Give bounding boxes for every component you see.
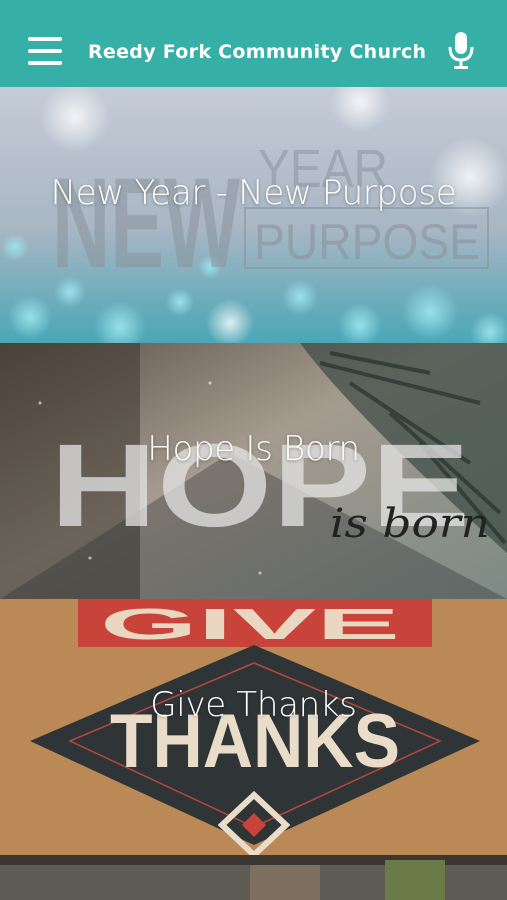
app-title: Reedy Fork Community Church: [88, 41, 427, 63]
series-card-new-year[interactable]: NEW YEAR PURPOSE New Year - New Purpose: [0, 87, 507, 343]
microphone-icon: [448, 32, 474, 69]
art-text-purpose: PURPOSE: [254, 214, 480, 270]
voice-search-button[interactable]: [447, 30, 475, 70]
series-artwork-partial: [0, 855, 507, 900]
art-text-give: GIVE: [100, 600, 400, 649]
hamburger-menu-icon: [28, 37, 62, 41]
series-list: NEW YEAR PURPOSE New Year - New Purpose …: [0, 87, 507, 900]
hamburger-menu-line: [28, 49, 62, 53]
series-title: Give Thanks: [150, 685, 357, 725]
app-header: Reedy Fork Community Church: [0, 0, 507, 87]
series-card-hope-is-born[interactable]: HOPE is born Hope Is Born: [0, 343, 507, 599]
series-artwork-give-thanks: GIVE THANKS: [0, 599, 507, 855]
series-artwork-new-year: NEW YEAR PURPOSE: [0, 87, 507, 343]
series-card-give-thanks[interactable]: GIVE THANKS Give Thanks: [0, 599, 507, 855]
hamburger-menu-line: [28, 61, 62, 65]
series-card-partial[interactable]: [0, 855, 507, 900]
series-title: New Year - New Purpose: [50, 173, 457, 213]
art-text-is-born: is born: [330, 501, 490, 547]
series-title: Hope Is Born: [147, 429, 360, 469]
menu-button[interactable]: [28, 37, 62, 65]
series-artwork-hope: HOPE is born: [0, 343, 507, 599]
